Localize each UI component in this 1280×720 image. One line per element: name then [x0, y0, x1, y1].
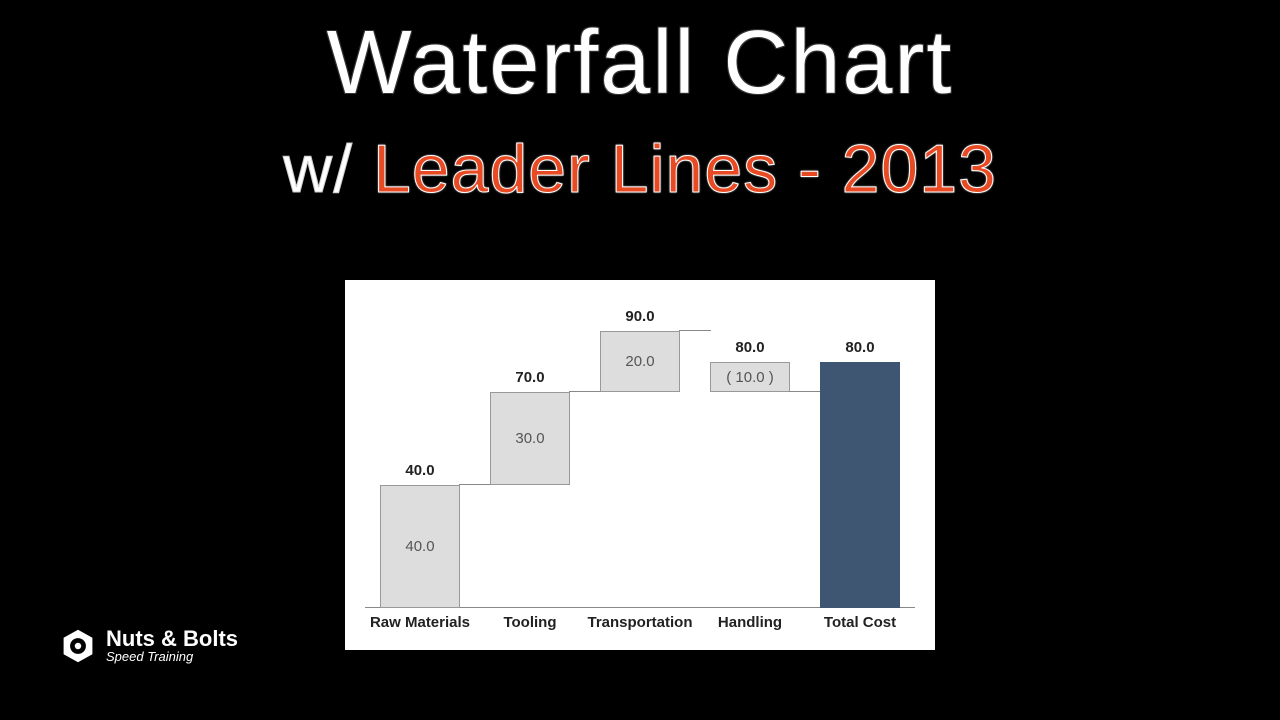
x-axis-labels: Raw MaterialsToolingTransportationHandli… [365, 614, 915, 644]
leader-line [459, 484, 492, 485]
x-axis-label: Raw Materials [365, 614, 475, 644]
cumulative-label: 80.0 [710, 339, 789, 356]
x-axis-label: Transportation [585, 614, 695, 644]
waterfall-total-bar [820, 362, 899, 608]
brand-logo: Nuts & Bolts Speed Training [60, 627, 238, 664]
cumulative-label: 90.0 [600, 308, 679, 325]
brand-text: Nuts & Bolts Speed Training [106, 627, 238, 664]
waterfall-bar: 20.0 [600, 331, 679, 393]
plot-area: 40.0 40.0 30.0 70.0 20.0 90.0 ( 10.0 ) 80.0 80.0 [365, 300, 915, 608]
cumulative-label: 70.0 [490, 369, 569, 386]
x-axis-label: Total Cost [805, 614, 915, 644]
leader-line [569, 391, 602, 392]
cumulative-label: 40.0 [380, 462, 459, 479]
brand-name: Nuts & Bolts [106, 627, 238, 650]
nut-icon [60, 628, 96, 664]
x-axis-label: Handling [695, 614, 805, 644]
page-title: Waterfall Chart [0, 12, 1280, 115]
page-subtitle: w/ Leader Lines - 2013 [0, 130, 1280, 208]
subtitle-highlight: Leader Lines - 2013 [373, 131, 997, 207]
waterfall-bar: 30.0 [490, 392, 569, 484]
waterfall-bar: 40.0 [380, 485, 459, 608]
waterfall-bar: ( 10.0 ) [710, 362, 789, 393]
leader-line [789, 391, 822, 392]
waterfall-chart: 40.0 40.0 30.0 70.0 20.0 90.0 ( 10.0 ) 80.0 80.0… [345, 280, 935, 650]
leader-line [679, 330, 712, 331]
x-axis-label: Tooling [475, 614, 585, 644]
cumulative-label: 80.0 [820, 339, 899, 356]
subtitle-prefix: w/ [283, 131, 373, 207]
brand-tagline: Speed Training [106, 650, 238, 664]
